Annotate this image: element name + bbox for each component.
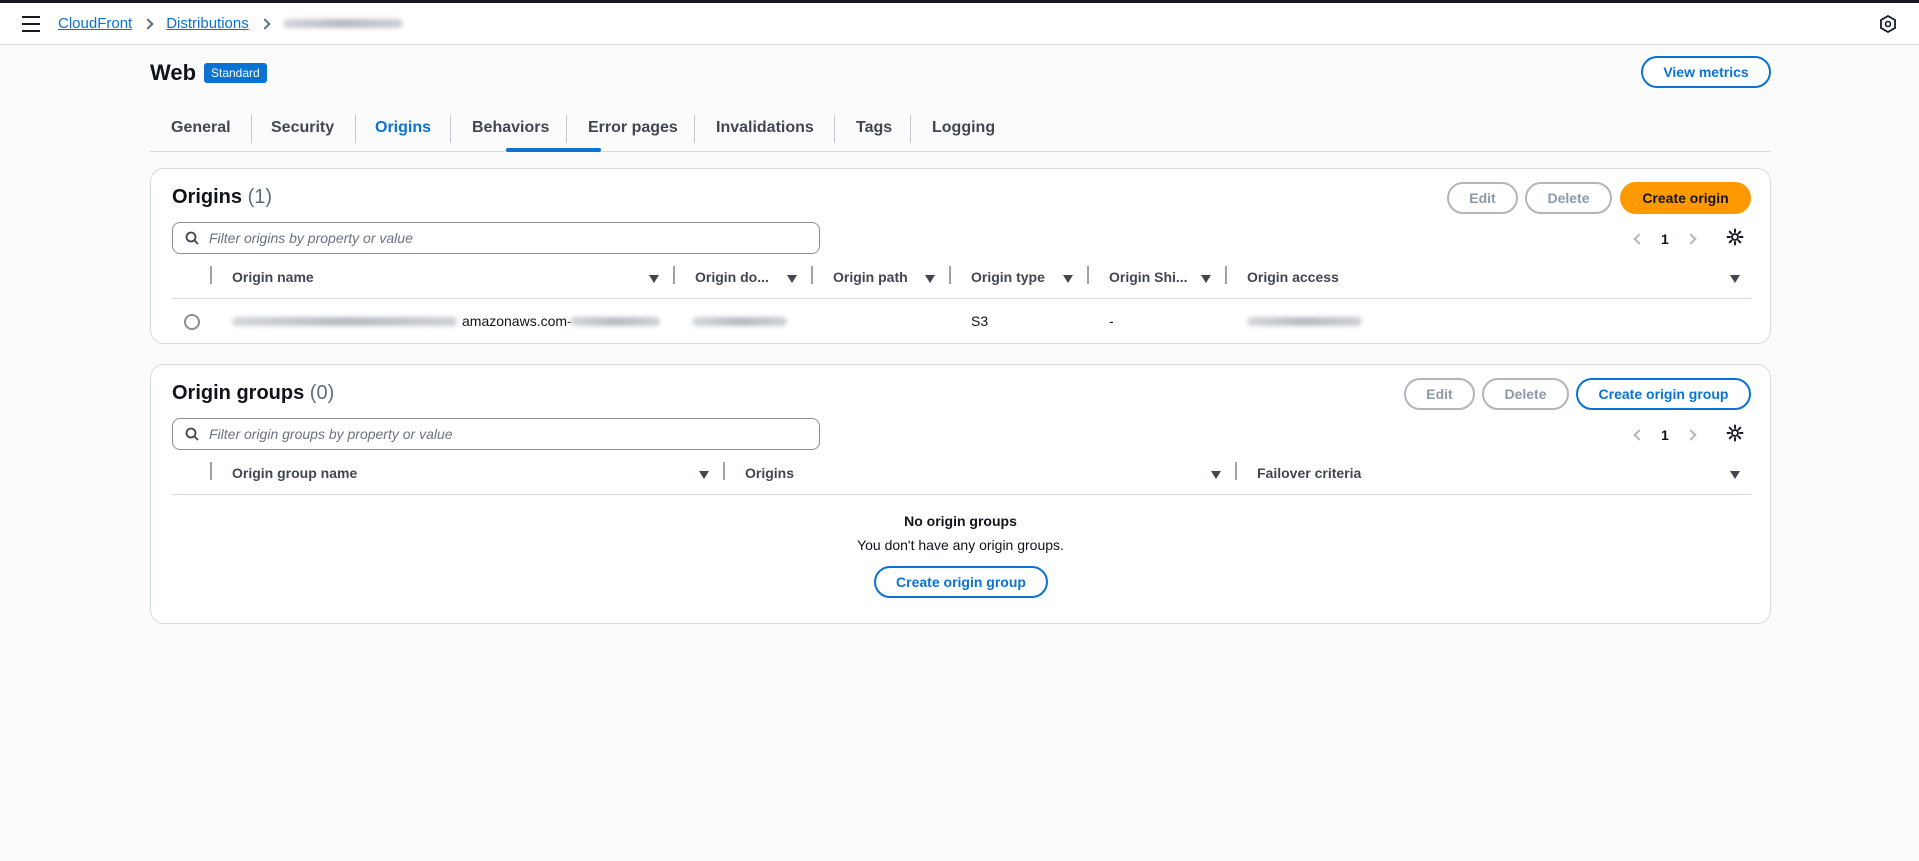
breadcrumb-distribution-id-redacted xyxy=(282,19,403,28)
origin-groups-filter xyxy=(172,418,820,450)
origins-pagination: 1 xyxy=(1633,231,1697,247)
active-tab-indicator xyxy=(506,148,601,152)
tab-security[interactable]: Security xyxy=(271,112,334,152)
origin-groups-count: (0) xyxy=(309,382,335,404)
gear-icon[interactable] xyxy=(1726,228,1744,246)
sort-icon[interactable] xyxy=(787,275,797,283)
chevron-right-icon xyxy=(142,17,154,30)
tab-divider xyxy=(355,115,356,143)
origins-filter xyxy=(172,222,820,254)
empty-state-title: No origin groups xyxy=(904,513,1017,529)
chevron-left-icon[interactable] xyxy=(1633,429,1645,441)
tab-origins[interactable]: Origins xyxy=(375,112,431,152)
menu-icon[interactable] xyxy=(22,16,40,32)
origin-name-redacted xyxy=(232,317,457,326)
origins-count: (1) xyxy=(247,186,273,208)
column-divider xyxy=(949,266,951,284)
tab-bar: General Security Origins Behaviors Error… xyxy=(150,112,1771,152)
gear-icon[interactable] xyxy=(1726,424,1744,442)
tab-general[interactable]: General xyxy=(171,112,231,152)
tab-behaviors[interactable]: Behaviors xyxy=(472,112,549,152)
status-badge: Standard xyxy=(204,63,267,83)
edit-origin-group-button[interactable]: Edit xyxy=(1404,378,1475,410)
origin-groups-page-number[interactable]: 1 xyxy=(1661,427,1669,443)
column-divider xyxy=(1087,266,1089,284)
delete-origin-button[interactable]: Delete xyxy=(1525,182,1612,214)
column-origins[interactable]: Origins xyxy=(745,465,794,481)
column-origin-name[interactable]: Origin name xyxy=(232,269,314,285)
sort-icon[interactable] xyxy=(649,275,659,283)
column-divider xyxy=(210,266,212,284)
column-origin-shield[interactable]: Origin Shi... xyxy=(1109,269,1188,285)
chevron-right-icon xyxy=(259,17,271,30)
tab-divider xyxy=(834,115,835,143)
origin-type-value: S3 xyxy=(971,313,989,329)
sort-icon[interactable] xyxy=(1201,275,1211,283)
origins-title: Origins xyxy=(172,186,243,208)
page-title: Web xyxy=(150,60,197,85)
tab-error-pages[interactable]: Error pages xyxy=(588,112,678,152)
column-origin-path[interactable]: Origin path xyxy=(833,269,908,285)
tab-divider xyxy=(566,115,567,143)
origin-groups-filter-input[interactable] xyxy=(209,424,789,444)
breadcrumb: CloudFront Distributions xyxy=(58,15,403,32)
chevron-right-icon[interactable] xyxy=(1685,429,1697,441)
search-icon xyxy=(185,231,199,245)
origin-groups-title: Origin groups xyxy=(172,382,305,404)
origins-page-number[interactable]: 1 xyxy=(1661,231,1669,247)
table-header-divider xyxy=(172,298,1751,299)
tab-divider xyxy=(910,115,911,143)
origins-heading: Origins (1) xyxy=(172,186,272,209)
breadcrumb-cloudfront[interactable]: CloudFront xyxy=(58,15,132,32)
origin-groups-pagination: 1 xyxy=(1633,427,1697,443)
column-origin-domain[interactable]: Origin do... xyxy=(695,269,769,285)
tab-divider xyxy=(251,115,252,143)
empty-state-message: You don't have any origin groups. xyxy=(857,537,1064,553)
column-origin-group-name[interactable]: Origin group name xyxy=(232,465,357,481)
sort-icon[interactable] xyxy=(1063,275,1073,283)
origin-shield-value: - xyxy=(1109,313,1114,329)
tab-invalidations[interactable]: Invalidations xyxy=(716,112,814,152)
origin-access-redacted xyxy=(1247,317,1362,326)
origins-filter-input[interactable] xyxy=(209,228,789,248)
column-origin-access[interactable]: Origin access xyxy=(1247,269,1339,285)
sort-icon[interactable] xyxy=(1730,471,1740,479)
row-select-radio[interactable] xyxy=(184,314,200,330)
breadcrumb-distributions[interactable]: Distributions xyxy=(166,15,249,32)
tab-logging[interactable]: Logging xyxy=(932,112,995,152)
sort-icon[interactable] xyxy=(699,471,709,479)
origins-panel: Origins (1) Edit Delete Create origin 1 … xyxy=(150,168,1771,344)
origin-name-visible: amazonaws.com- xyxy=(462,313,572,329)
column-divider xyxy=(210,462,212,480)
column-divider xyxy=(1225,266,1227,284)
column-divider xyxy=(1235,462,1237,480)
sort-icon[interactable] xyxy=(1730,275,1740,283)
edit-origin-button[interactable]: Edit xyxy=(1447,182,1518,214)
tab-tags[interactable]: Tags xyxy=(856,112,892,152)
origin-domain-redacted xyxy=(692,317,787,326)
delete-origin-group-button[interactable]: Delete xyxy=(1482,378,1569,410)
chevron-right-icon[interactable] xyxy=(1685,233,1697,245)
column-divider xyxy=(723,462,725,480)
origin-groups-panel: Origin groups (0) Edit Delete Create ori… xyxy=(150,364,1771,624)
chevron-left-icon[interactable] xyxy=(1633,233,1645,245)
column-divider xyxy=(811,266,813,284)
column-failover-criteria[interactable]: Failover criteria xyxy=(1257,465,1361,481)
column-origin-type[interactable]: Origin type xyxy=(971,269,1045,285)
help-icon[interactable] xyxy=(1879,15,1897,33)
sort-icon[interactable] xyxy=(1211,471,1221,479)
table-header-divider xyxy=(172,494,1751,495)
empty-create-origin-group-button[interactable]: Create origin group xyxy=(874,566,1048,598)
sort-icon[interactable] xyxy=(925,275,935,283)
create-origin-group-button[interactable]: Create origin group xyxy=(1576,378,1751,410)
column-divider xyxy=(673,266,675,284)
tab-divider xyxy=(694,115,695,143)
view-metrics-button[interactable]: View metrics xyxy=(1641,56,1771,88)
origin-groups-heading: Origin groups (0) xyxy=(172,382,334,405)
tab-divider xyxy=(450,115,451,143)
origin-name-redacted-suffix xyxy=(570,317,660,326)
create-origin-button[interactable]: Create origin xyxy=(1620,182,1751,214)
top-navigation-bar: CloudFront Distributions xyxy=(0,3,1919,45)
search-icon xyxy=(185,427,199,441)
